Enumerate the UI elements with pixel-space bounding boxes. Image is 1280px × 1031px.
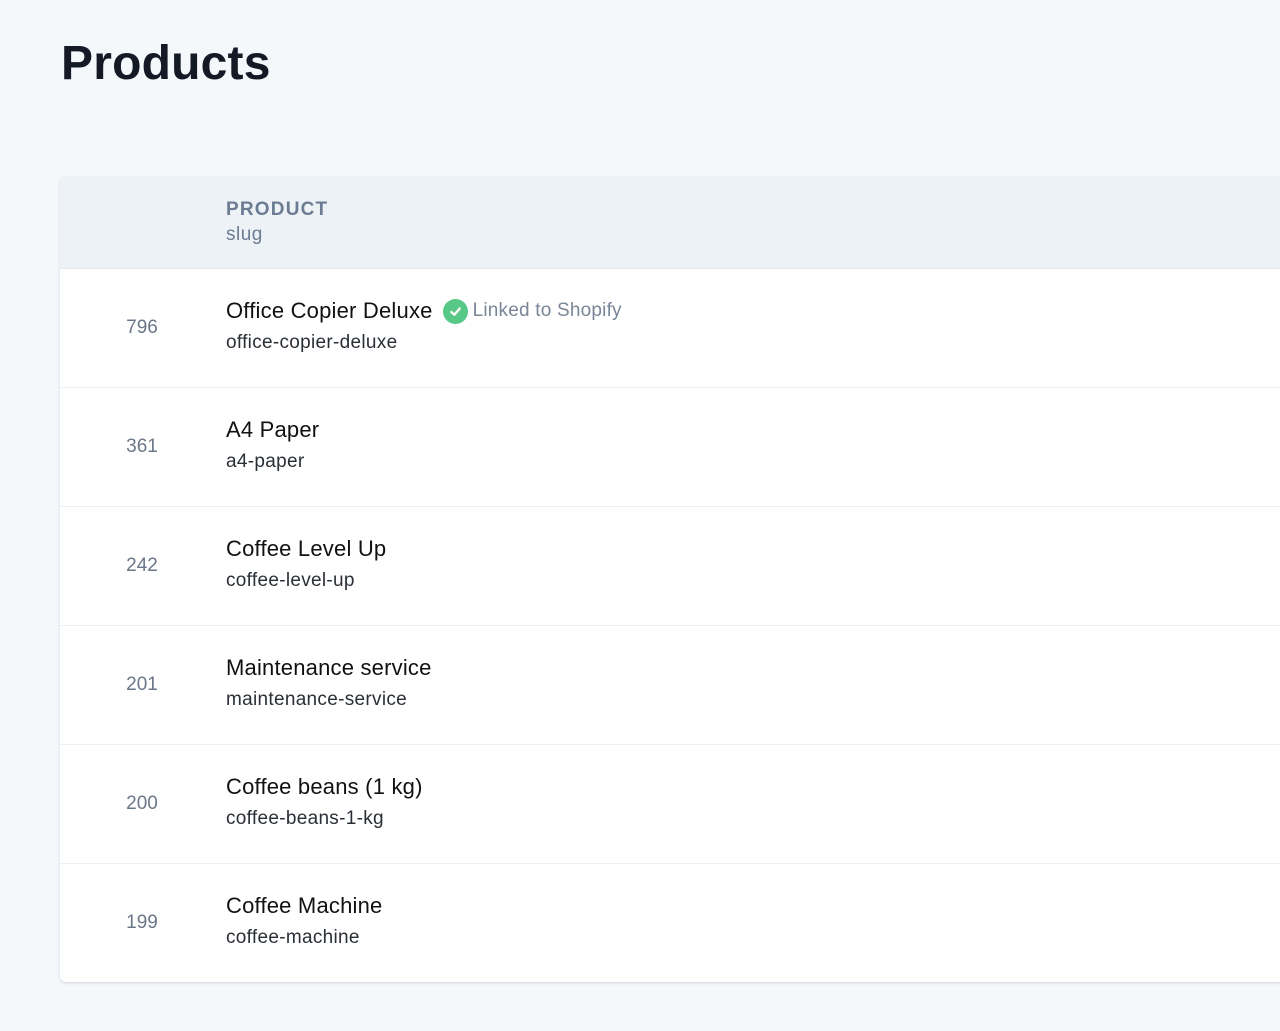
product-name[interactable]: Coffee Machine bbox=[226, 893, 383, 919]
product-name[interactable]: Office Copier Deluxe bbox=[226, 298, 433, 324]
row-id: 242 bbox=[126, 555, 158, 576]
shopify-linked-badge: Linked to Shopify bbox=[442, 298, 622, 324]
table-row[interactable]: 200 Coffee beans (1 kg) coffee-beans-1-k… bbox=[60, 745, 1280, 864]
row-id: 201 bbox=[126, 674, 158, 695]
product-slug: coffee-machine bbox=[226, 927, 360, 948]
row-content: Coffee beans (1 kg) coffee-beans-1-kg bbox=[226, 772, 1280, 830]
products-page: Products PRODUCT slug 796 Office Copier … bbox=[0, 0, 1280, 1031]
row-id: 361 bbox=[126, 436, 158, 457]
page-title: Products bbox=[61, 37, 271, 90]
column-header-slug: slug bbox=[226, 224, 263, 245]
row-content: A4 Paper a4-paper bbox=[226, 415, 1280, 473]
table-row[interactable]: 199 Coffee Machine coffee-machine bbox=[60, 864, 1280, 982]
product-slug: office-copier-deluxe bbox=[226, 332, 398, 353]
row-content: Office Copier Deluxe Linked to Shopify o… bbox=[226, 296, 1280, 354]
row-content: Coffee Machine coffee-machine bbox=[226, 891, 1280, 949]
product-slug: coffee-beans-1-kg bbox=[226, 808, 384, 829]
column-header-product[interactable]: PRODUCT bbox=[226, 199, 328, 221]
product-name[interactable]: Maintenance service bbox=[226, 655, 432, 681]
row-id: 199 bbox=[126, 912, 158, 933]
product-name[interactable]: Coffee beans (1 kg) bbox=[226, 774, 423, 800]
row-id: 796 bbox=[126, 317, 158, 338]
row-id: 200 bbox=[126, 793, 158, 814]
check-circle-icon bbox=[442, 298, 468, 324]
product-slug: a4-paper bbox=[226, 451, 305, 472]
table-row[interactable]: 242 Coffee Level Up coffee-level-up bbox=[60, 507, 1280, 626]
badge-label: Linked to Shopify bbox=[472, 300, 622, 321]
table-header: PRODUCT slug bbox=[60, 177, 1280, 269]
product-name[interactable]: A4 Paper bbox=[226, 417, 319, 443]
row-content: Coffee Level Up coffee-level-up bbox=[226, 534, 1280, 592]
products-table: PRODUCT slug 796 Office Copier Deluxe Li… bbox=[60, 177, 1280, 982]
table-row[interactable]: 201 Maintenance service maintenance-serv… bbox=[60, 626, 1280, 745]
product-slug: coffee-level-up bbox=[226, 570, 355, 591]
table-row[interactable]: 361 A4 Paper a4-paper bbox=[60, 388, 1280, 507]
row-content: Maintenance service maintenance-service bbox=[226, 653, 1280, 711]
table-row[interactable]: 796 Office Copier Deluxe Linked to Shopi… bbox=[60, 269, 1280, 388]
product-slug: maintenance-service bbox=[226, 689, 408, 710]
product-name[interactable]: Coffee Level Up bbox=[226, 536, 386, 562]
